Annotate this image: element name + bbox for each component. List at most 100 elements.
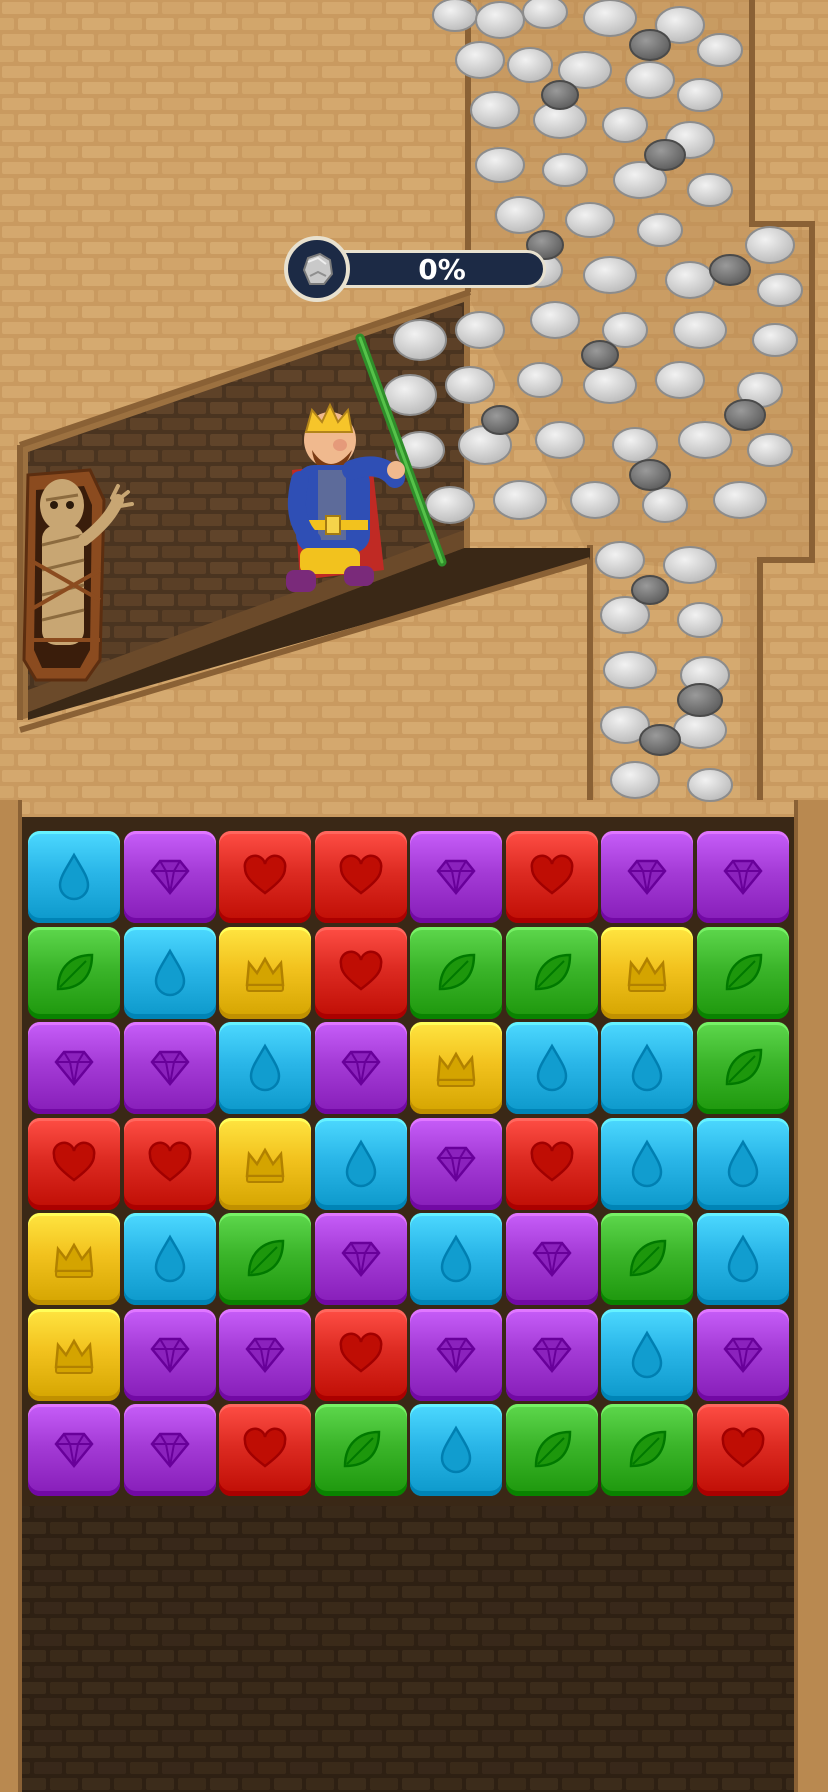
tile-gem[interactable] <box>410 1117 502 1210</box>
tile-heart[interactable] <box>696 1404 789 1496</box>
tile-drop[interactable] <box>28 831 120 923</box>
gem-icon <box>436 1337 476 1373</box>
tile-drop[interactable] <box>601 1022 693 1114</box>
tile-gem[interactable] <box>314 1022 407 1114</box>
drop-icon <box>727 1138 758 1187</box>
puzzle-board <box>22 817 794 1506</box>
rock-icon <box>284 236 350 302</box>
leaf-icon <box>247 1239 285 1277</box>
tile-leaf[interactable] <box>505 1404 598 1496</box>
tile-leaf[interactable] <box>219 1213 311 1305</box>
tile-heart[interactable] <box>219 1404 311 1496</box>
tile-crown[interactable] <box>219 1117 311 1210</box>
rock-progress-indicator: 0% <box>284 236 550 302</box>
tile-gem[interactable] <box>28 1404 120 1496</box>
tile-gem[interactable] <box>314 1213 407 1305</box>
gem-icon <box>627 859 667 895</box>
drop-icon <box>154 1234 185 1283</box>
drop-icon <box>440 1234 472 1283</box>
gem-icon <box>149 1050 190 1086</box>
drop-icon <box>58 852 90 901</box>
leaf-icon <box>629 1239 667 1277</box>
gem-icon <box>149 1337 190 1373</box>
tile-leaf[interactable] <box>505 926 598 1019</box>
heart-icon <box>530 854 573 895</box>
leaf-icon <box>534 953 571 990</box>
tile-crown[interactable] <box>28 1308 120 1401</box>
tile-heart[interactable] <box>219 831 311 923</box>
tile-crown[interactable] <box>219 926 311 1019</box>
tile-heart[interactable] <box>505 831 598 923</box>
gem-icon <box>722 1337 763 1373</box>
tile-drop[interactable] <box>410 1404 502 1496</box>
tile-drop[interactable] <box>696 1213 789 1305</box>
tile-drop[interactable] <box>314 1117 407 1210</box>
crown-icon <box>54 1242 94 1278</box>
heart-icon <box>721 1427 764 1468</box>
tile-gem[interactable] <box>123 831 216 923</box>
gem-icon <box>340 1241 381 1277</box>
tile-leaf[interactable] <box>314 1404 407 1496</box>
gem-icon <box>531 1241 572 1277</box>
tile-leaf[interactable] <box>696 1022 789 1114</box>
tile-drop[interactable] <box>219 1022 311 1114</box>
gem-icon <box>54 1432 94 1468</box>
progress-percent-label: 0% <box>418 252 466 286</box>
tile-gem[interactable] <box>123 1022 216 1114</box>
leaf-icon <box>56 953 94 990</box>
tile-gem[interactable] <box>410 831 502 923</box>
tile-heart[interactable] <box>123 1117 216 1210</box>
tile-gem[interactable] <box>505 1213 598 1305</box>
tile-gem[interactable] <box>696 831 789 923</box>
tile-gem[interactable] <box>505 1308 598 1401</box>
tile-gem[interactable] <box>219 1308 311 1401</box>
tile-gem[interactable] <box>123 1308 216 1401</box>
tile-gem[interactable] <box>123 1404 216 1496</box>
gem-icon <box>436 1146 476 1182</box>
tile-gem[interactable] <box>28 1022 120 1114</box>
gem-icon <box>531 1337 572 1373</box>
heart-icon <box>148 1141 191 1182</box>
heart-icon <box>243 1427 287 1468</box>
tile-leaf[interactable] <box>410 926 502 1019</box>
tile-gem[interactable] <box>696 1308 789 1401</box>
tile-leaf[interactable] <box>601 1404 693 1496</box>
drop-icon <box>727 1234 758 1283</box>
drop-icon <box>536 1043 567 1092</box>
tile-heart[interactable] <box>314 926 407 1019</box>
tile-heart[interactable] <box>314 1308 407 1401</box>
tile-crown[interactable] <box>601 926 693 1019</box>
tile-crown[interactable] <box>410 1022 502 1114</box>
tile-leaf[interactable] <box>696 926 789 1019</box>
tile-heart[interactable] <box>28 1117 120 1210</box>
gem-icon <box>722 859 763 895</box>
tile-drop[interactable] <box>696 1117 789 1210</box>
gem-icon <box>149 859 190 895</box>
heart-icon <box>530 1141 573 1182</box>
tile-drop[interactable] <box>123 1213 216 1305</box>
drop-icon <box>154 947 185 996</box>
tile-leaf[interactable] <box>601 1213 693 1305</box>
tile-leaf[interactable] <box>28 926 120 1019</box>
leaf-icon <box>343 1430 380 1468</box>
leaf-icon <box>725 1048 762 1086</box>
tile-drop[interactable] <box>505 1022 598 1114</box>
gem-icon <box>436 859 476 895</box>
gem-icon <box>149 1432 190 1468</box>
drop-icon <box>631 1043 663 1092</box>
drop-icon <box>631 1138 663 1187</box>
tile-crown[interactable] <box>28 1213 120 1305</box>
gem-icon <box>245 1337 285 1373</box>
tile-drop[interactable] <box>410 1213 502 1305</box>
tile-drop[interactable] <box>601 1308 693 1401</box>
tile-drop[interactable] <box>123 926 216 1019</box>
drop-icon <box>440 1425 472 1474</box>
tile-heart[interactable] <box>314 831 407 923</box>
gem-icon <box>54 1050 94 1086</box>
tile-drop[interactable] <box>601 1117 693 1210</box>
leaf-icon <box>534 1430 571 1468</box>
heart-icon <box>339 950 382 991</box>
tile-heart[interactable] <box>505 1117 598 1210</box>
tile-gem[interactable] <box>410 1308 502 1401</box>
tile-gem[interactable] <box>601 831 693 923</box>
